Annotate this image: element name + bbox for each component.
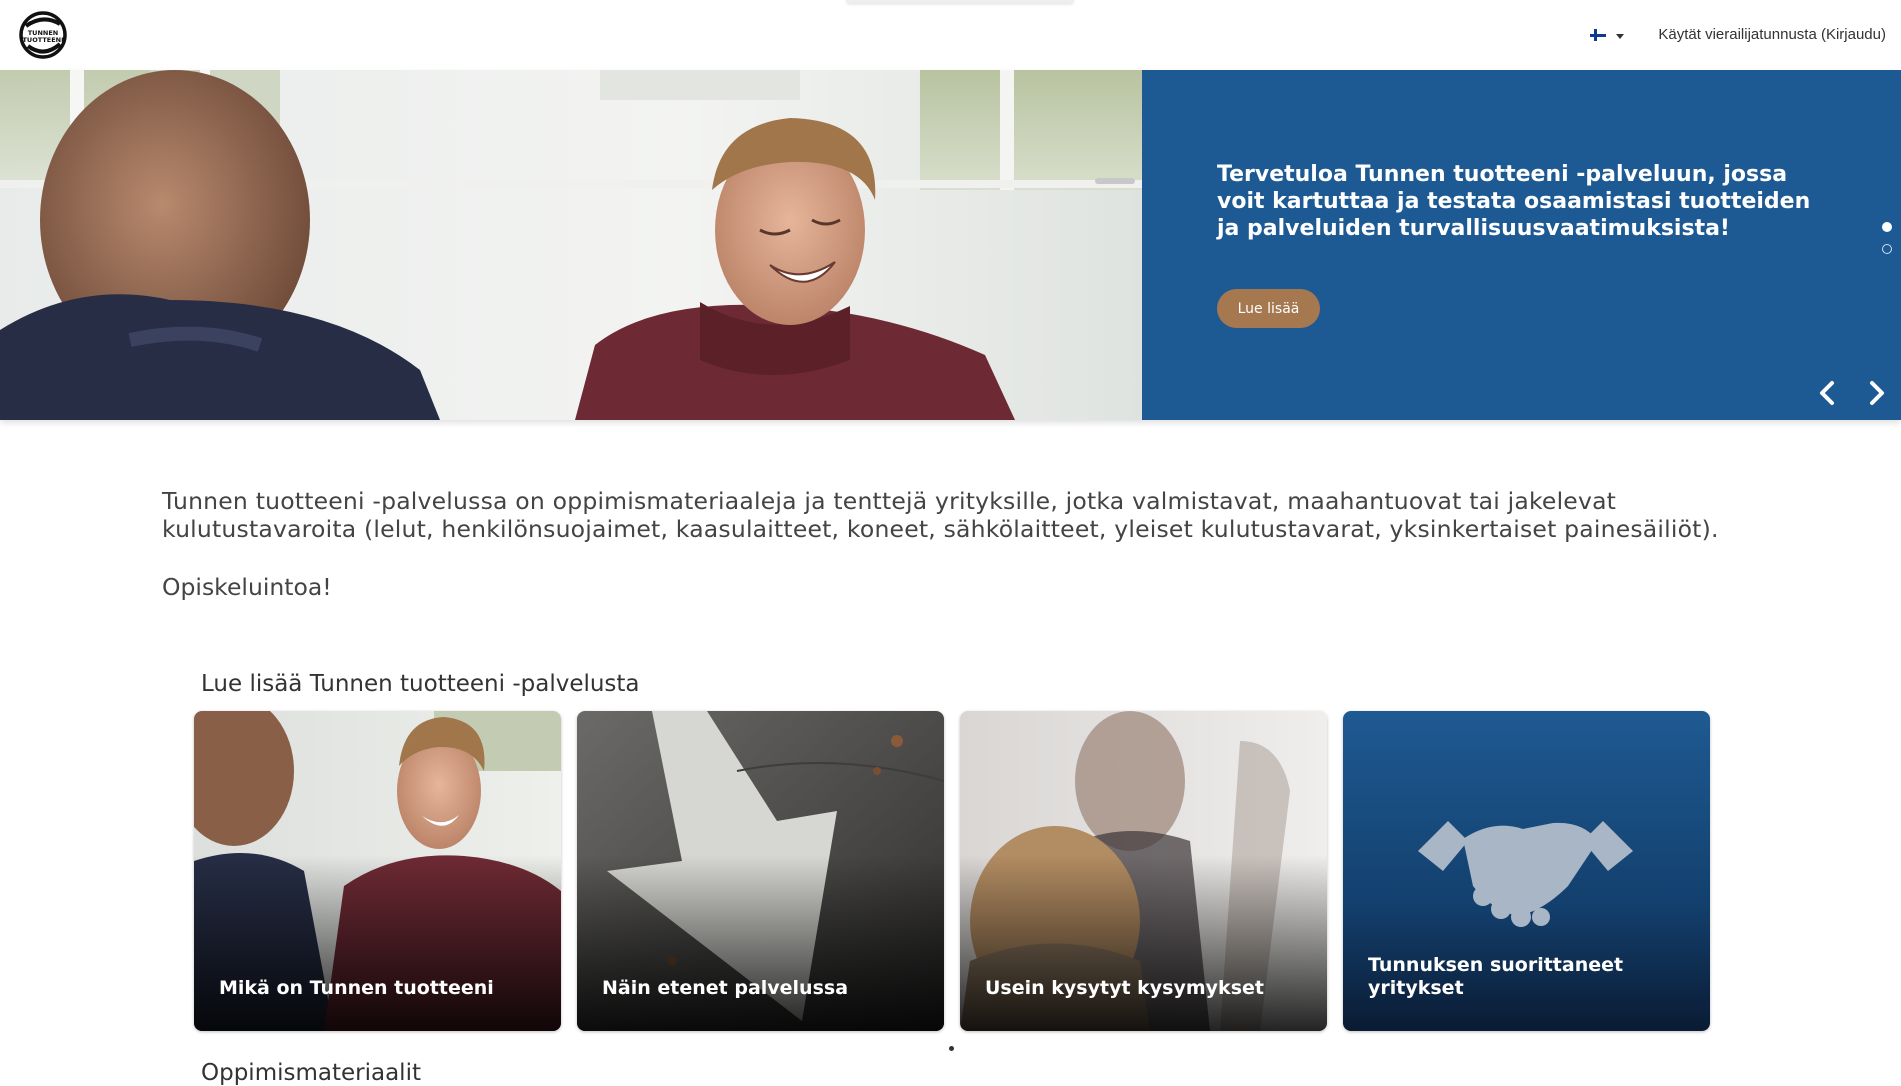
learning-materials-title: Oppimismateriaalit (201, 1060, 421, 1086)
cards-pagination-dot[interactable] (949, 1046, 954, 1051)
finnish-flag-icon (1590, 29, 1606, 41)
hero-text-panel: Tervetuloa Tunnen tuotteeni -palveluun, … (1142, 70, 1901, 420)
logo-text-2: TUOTTEENI (23, 36, 64, 44)
carousel-next-icon[interactable] (1866, 380, 1888, 406)
site-logo[interactable]: TUNNEN TUOTTEENI (18, 10, 68, 60)
card-label-faq: Usein kysytyt kysymykset (985, 977, 1264, 999)
card-what-is[interactable]: Mikä on Tunnen tuotteeni (194, 711, 561, 1031)
hero-image (0, 70, 1142, 420)
language-selector[interactable] (1590, 26, 1626, 46)
hero-read-more-button[interactable]: Lue lisää (1217, 289, 1320, 328)
card-label-certified-companies: Tunnuksen suorittaneet yritykset (1368, 954, 1624, 999)
top-pull-tab[interactable] (846, 0, 1074, 3)
card-certified-companies[interactable]: Tunnuksen suorittaneet yritykset (1343, 711, 1710, 1031)
card-faq[interactable]: Usein kysytyt kysymykset (960, 711, 1327, 1031)
greeting-text: Opiskeluintoa! (162, 573, 332, 601)
top-navbar: TUNNEN TUOTTEENI Käytät vierailijatunnus… (0, 0, 1901, 70)
card-label-what-is: Mikä on Tunnen tuotteeni (219, 977, 494, 999)
hero-heading: Tervetuloa Tunnen tuotteeni -palveluun, … (1217, 162, 1811, 241)
card-label-how-to-proceed: Näin etenet palvelussa (602, 977, 849, 999)
guest-login-link[interactable]: Käytät vierailijatunnusta (Kirjaudu) (1658, 26, 1886, 43)
chevron-down-icon (1616, 34, 1624, 39)
hero-carousel: Tervetuloa Tunnen tuotteeni -palveluun, … (0, 70, 1901, 420)
carousel-indicator-2[interactable] (1882, 244, 1892, 254)
intro-text: Tunnen tuotteeni -palvelussa on oppimism… (162, 487, 1719, 543)
card-how-to-proceed[interactable]: Näin etenet palvelussa (577, 711, 944, 1031)
carousel-prev-icon[interactable] (1816, 380, 1838, 406)
carousel-indicator-1[interactable] (1882, 222, 1892, 232)
read-more-section-title: Lue lisää Tunnen tuotteeni -palvelusta (201, 671, 640, 697)
